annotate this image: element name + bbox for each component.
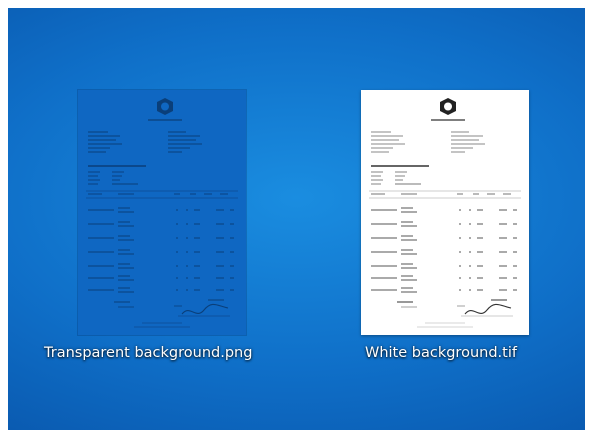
file-label[interactable]: White background.tif bbox=[365, 345, 517, 361]
file-icon-transparent-png[interactable]: Transparent background.png bbox=[28, 80, 252, 390]
document-thumbnail bbox=[361, 90, 529, 335]
file-label[interactable]: Transparent background.png bbox=[44, 345, 252, 361]
invoice-page-icon bbox=[86, 98, 238, 328]
desktop[interactable]: Transparent background.png White backgro… bbox=[8, 8, 585, 430]
file-icon-white-tif[interactable]: White background.tif bbox=[333, 80, 553, 390]
invoice-page-icon bbox=[369, 98, 521, 328]
document-thumbnail bbox=[78, 90, 246, 335]
